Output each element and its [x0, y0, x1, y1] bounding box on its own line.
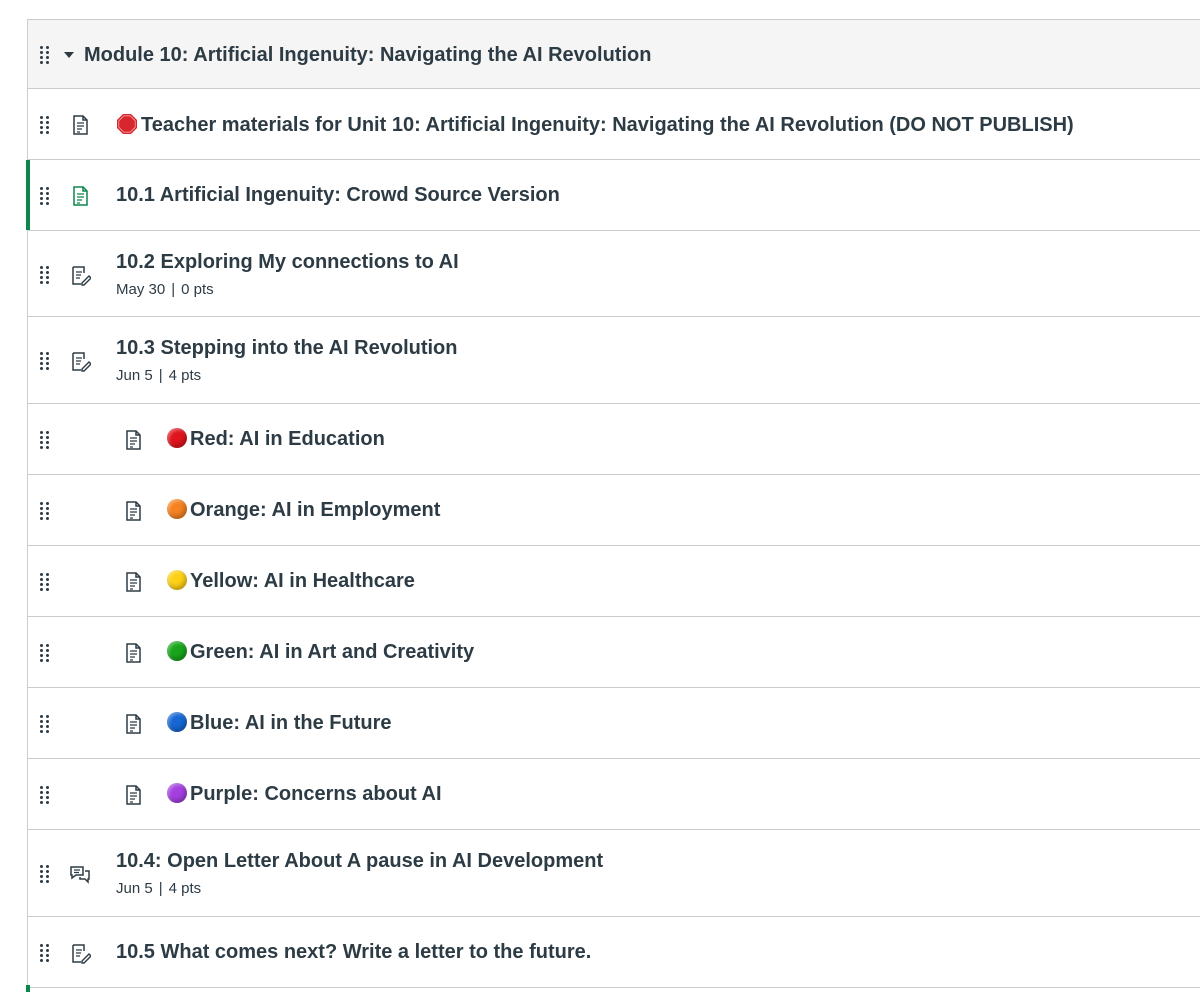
item-title-link[interactable]: Purple: Concerns about AI [167, 782, 442, 806]
item-title-link[interactable]: 10.4: Open Letter About A pause in AI De… [116, 850, 603, 873]
item-title-text[interactable]: Blue: AI in the Future [190, 712, 391, 734]
points: 4 pts [168, 367, 202, 384]
due-date: Jun 5 [116, 880, 153, 897]
item-title-text[interactable]: Green: AI in Art and Creativity [190, 641, 474, 663]
meta-separator: | [158, 880, 163, 897]
item-title-text[interactable]: 10.5 What comes next? Write a letter to … [116, 941, 591, 963]
item-meta: May 30 | 0 pts [116, 281, 214, 298]
collapse-caret-icon[interactable] [64, 52, 74, 58]
drag-handle-icon[interactable] [40, 45, 52, 65]
item-title-text[interactable]: 10.4: Open Letter About A pause in AI De… [116, 850, 603, 872]
drag-handle-icon[interactable] [40, 572, 52, 592]
module-item-row[interactable]: Blue: AI in the Future [28, 688, 1200, 759]
item-title-link[interactable]: 10.3 Stepping into the AI Revolution [116, 337, 458, 360]
module-item-row[interactable]: 10.4: Open Letter About A pause in AI De… [28, 830, 1200, 917]
item-title-link[interactable]: 10.2 Exploring My connections to AI [116, 251, 459, 274]
module-item-row[interactable]: 10.1 Artificial Ingenuity: Crowd Source … [26, 160, 1200, 231]
drag-handle-icon[interactable] [40, 864, 52, 884]
page-icon [122, 642, 144, 664]
module-item-row[interactable]: 10.3 Stepping into the AI Revolution Jun … [28, 317, 1200, 404]
module-item-row[interactable]: Orange: AI in Employment [28, 475, 1200, 546]
due-date: Jun 5 [116, 367, 153, 384]
item-title-text[interactable]: 10.1 Artificial Ingenuity: Crowd Source … [116, 184, 560, 206]
drag-handle-icon[interactable] [40, 785, 52, 805]
item-meta: Jun 5 | 4 pts [116, 880, 201, 897]
item-title-text[interactable]: Orange: AI in Employment [190, 499, 440, 521]
item-title-link[interactable]: Blue: AI in the Future [167, 711, 391, 735]
published-indicator [26, 985, 30, 992]
page-icon [122, 500, 144, 522]
drag-handle-icon[interactable] [40, 430, 52, 450]
item-title-text[interactable]: Red: AI in Education [190, 428, 385, 450]
item-title-link[interactable]: Yellow: AI in Healthcare [167, 569, 415, 593]
meta-separator: | [158, 367, 163, 384]
module-item-row[interactable]: 10.2 Exploring My connections to AI May 3… [28, 231, 1200, 317]
item-title-text[interactable]: Purple: Concerns about AI [190, 783, 442, 805]
page-icon [122, 713, 144, 735]
item-title-link[interactable]: Red: AI in Education [167, 427, 385, 451]
assignment-icon [69, 264, 91, 286]
module-item-row[interactable]: 10.5 What comes next? Write a letter to … [28, 917, 1200, 988]
page-icon [122, 571, 144, 593]
drag-handle-icon[interactable] [40, 351, 52, 371]
item-title-text[interactable]: Yellow: AI in Healthcare [190, 570, 415, 592]
drag-handle-icon[interactable] [40, 186, 52, 206]
page-icon [122, 784, 144, 806]
assignment-icon [69, 350, 91, 372]
item-title-link[interactable]: Teacher materials for Unit 10: Artificia… [116, 113, 1074, 137]
color-dot-icon [167, 782, 187, 803]
stop-sign-icon [116, 113, 138, 135]
drag-handle-icon[interactable] [40, 643, 52, 663]
drag-handle-icon[interactable] [40, 265, 52, 285]
item-title-text[interactable]: 10.3 Stepping into the AI Revolution [116, 337, 458, 359]
page-icon [69, 114, 91, 136]
points: 0 pts [181, 281, 214, 298]
drag-handle-icon[interactable] [40, 501, 52, 521]
module-item-row[interactable]: Purple: Concerns about AI [28, 759, 1200, 830]
item-title-link[interactable]: Orange: AI in Employment [167, 498, 440, 522]
module-title[interactable]: Module 10: Artificial Ingenuity: Navigat… [84, 20, 651, 90]
page-icon [122, 429, 144, 451]
module-item-row[interactable]: Teacher materials for Unit 10: Artificia… [28, 89, 1200, 160]
drag-handle-icon[interactable] [40, 943, 52, 963]
due-date: May 30 [116, 281, 166, 298]
item-title-text[interactable]: 10.2 Exploring My connections to AI [116, 251, 459, 273]
drag-handle-icon[interactable] [40, 714, 52, 734]
discussion-icon [69, 863, 91, 885]
color-dot-icon [167, 711, 187, 732]
item-meta: Jun 5 | 4 pts [116, 367, 201, 384]
color-dot-icon [167, 498, 187, 519]
color-dot-icon [167, 569, 187, 590]
color-dot-icon [167, 427, 187, 448]
item-title-link[interactable]: Green: AI in Art and Creativity [167, 640, 474, 664]
module-container: Module 10: Artificial Ingenuity: Navigat… [26, 19, 1200, 992]
color-dot-icon [167, 640, 187, 661]
module-item-row[interactable]: Yellow: AI in Healthcare [28, 546, 1200, 617]
meta-separator: | [171, 281, 176, 298]
points: 4 pts [168, 880, 202, 897]
assignment-icon [69, 942, 91, 964]
page-icon [69, 185, 91, 207]
module-item-row[interactable]: Red: AI in Education [28, 404, 1200, 475]
item-title-link[interactable]: 10.1 Artificial Ingenuity: Crowd Source … [116, 184, 560, 207]
module-item-row[interactable]: Green: AI in Art and Creativity [28, 617, 1200, 688]
drag-handle-icon[interactable] [40, 115, 52, 135]
module-header[interactable]: Module 10: Artificial Ingenuity: Navigat… [28, 19, 1200, 89]
item-title-link[interactable]: 10.5 What comes next? Write a letter to … [116, 941, 591, 964]
item-title-text[interactable]: Teacher materials for Unit 10: Artificia… [141, 114, 1074, 136]
